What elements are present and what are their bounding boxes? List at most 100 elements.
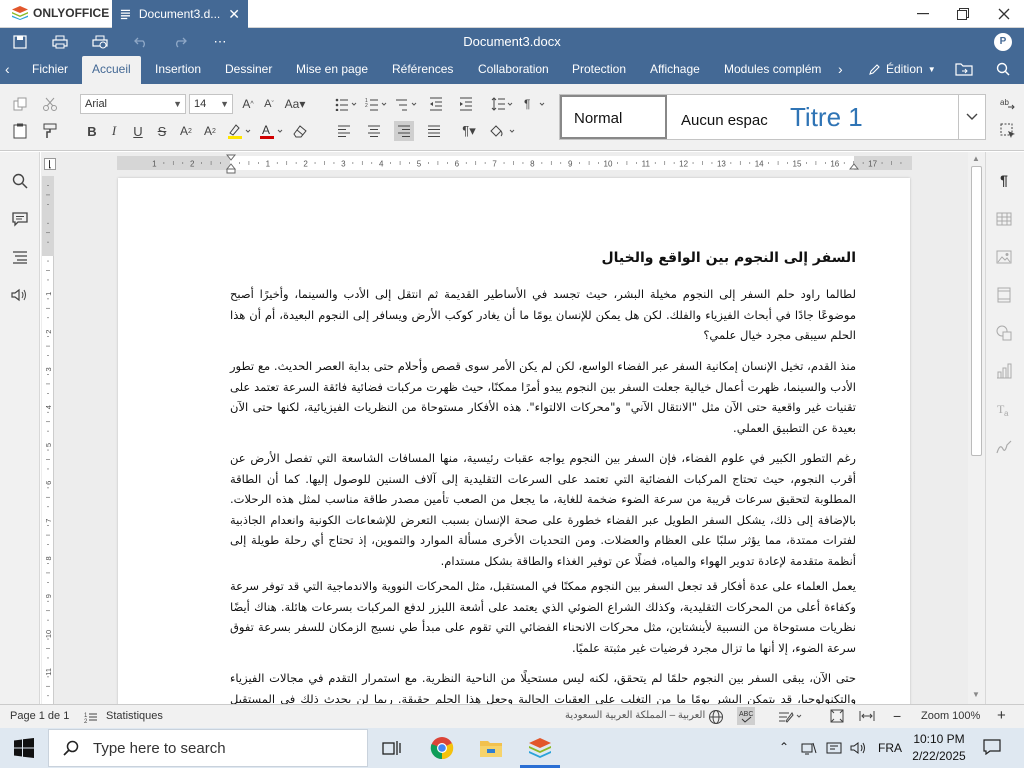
vertical-scrollbar[interactable]: ▲ ▼ (968, 152, 985, 704)
increase-indent-icon[interactable] (456, 94, 476, 114)
numbering-icon[interactable]: 12 (364, 94, 390, 114)
tab-stop-selector[interactable]: ⌊ (44, 158, 56, 170)
tab-plugins[interactable]: Modules complém (724, 56, 834, 84)
language-globe-icon[interactable] (708, 709, 724, 725)
page-indicator[interactable]: Page 1 de 1 (10, 710, 69, 722)
underline-icon[interactable]: U (128, 121, 148, 141)
vertical-ruler[interactable]: 123456789101112 (42, 176, 54, 704)
onlyoffice-taskbar-icon[interactable] (526, 734, 554, 762)
replace-icon[interactable]: ab (998, 94, 1018, 114)
document-paragraph[interactable]: لطالما راود حلم السفر إلى النجوم مخيلة ا… (230, 284, 856, 346)
notifications-icon[interactable] (983, 739, 1001, 755)
select-all-icon[interactable] (998, 121, 1018, 141)
font-color-icon[interactable]: A (258, 121, 286, 141)
taskbar-search[interactable]: Type here to search (48, 729, 368, 767)
open-file-location-icon[interactable] (955, 62, 973, 76)
scroll-tabs-left-icon[interactable]: ‹ (5, 56, 10, 84)
onlyoffice-logo[interactable]: ONLYOFFICE (12, 6, 109, 20)
tab-insert[interactable]: Insertion (155, 56, 201, 84)
decrease-font-icon[interactable]: Aˇ (259, 94, 279, 114)
scroll-down-icon[interactable]: ▼ (972, 690, 980, 699)
cut-icon[interactable] (40, 94, 60, 114)
windows-start-icon[interactable] (14, 738, 34, 758)
statistics-label[interactable]: Statistiques (106, 710, 163, 722)
tab-view[interactable]: Affichage (650, 56, 700, 84)
paragraph-settings-icon[interactable]: ¶ (993, 169, 1015, 191)
chart-settings-icon[interactable] (993, 360, 1015, 382)
text-art-icon[interactable]: Ta (993, 398, 1015, 420)
paragraph-direction-icon[interactable]: ¶ (522, 94, 548, 114)
tab-collaboration[interactable]: Collaboration (478, 56, 549, 84)
document-heading[interactable]: السفر إلى النجوم بين الواقع والخيال (230, 248, 856, 269)
comments-icon[interactable] (9, 208, 31, 230)
close-window-button[interactable] (989, 4, 1019, 24)
minimize-button[interactable] (908, 4, 938, 24)
spellcheck-icon[interactable]: ABC (737, 707, 755, 725)
maximize-button[interactable] (948, 4, 978, 24)
search-icon[interactable] (996, 62, 1010, 76)
style-empty-slot[interactable] (887, 95, 957, 139)
horizontal-ruler[interactable]: 1 2 1 2 3 4 5 6 7 8 9 10 11 12 13 14 15 16 17 (117, 156, 912, 170)
font-size-select[interactable]: 14 ▼ (189, 94, 233, 114)
zoom-in-icon[interactable]: + (997, 707, 1006, 724)
close-tab-icon[interactable]: ✕ (228, 6, 240, 23)
pen-workspace-icon[interactable] (826, 741, 842, 755)
task-view-icon[interactable] (378, 734, 406, 762)
align-left-icon[interactable] (334, 121, 354, 141)
scroll-up-icon[interactable]: ▲ (972, 154, 980, 163)
bold-icon[interactable]: B (82, 121, 102, 141)
document-paragraph[interactable]: منذ القدم، تخيل الإنسان إمكانية السفر عب… (230, 356, 856, 438)
table-settings-icon[interactable] (993, 208, 1015, 230)
decrease-indent-icon[interactable] (426, 94, 446, 114)
clear-style-icon[interactable] (290, 121, 310, 141)
fit-page-icon[interactable] (830, 709, 844, 723)
align-right-icon[interactable] (394, 121, 414, 141)
document-tab[interactable]: Document3.d... ✕ (112, 0, 248, 28)
superscript-icon[interactable]: A2 (176, 121, 196, 141)
document-page[interactable]: السفر إلى النجوم بين الواقع والخيال لطال… (118, 178, 910, 738)
zoom-level[interactable]: Zoom 100% (921, 710, 980, 722)
highlight-color-icon[interactable] (226, 121, 254, 141)
italic-icon[interactable]: I (104, 121, 124, 141)
increase-font-icon[interactable]: A ^ (238, 94, 258, 114)
user-avatar[interactable]: P (994, 33, 1012, 51)
image-settings-icon[interactable] (993, 246, 1015, 268)
file-explorer-icon[interactable] (477, 734, 505, 762)
volume-icon[interactable] (850, 741, 868, 755)
shape-settings-icon[interactable] (993, 322, 1015, 344)
justify-icon[interactable] (424, 121, 444, 141)
format-painter-icon[interactable] (40, 121, 60, 141)
fit-width-icon[interactable] (859, 710, 875, 722)
align-center-icon[interactable] (364, 121, 384, 141)
strikethrough-icon[interactable]: S (152, 121, 172, 141)
nonprinting-chars-icon[interactable]: ¶▾ (456, 121, 482, 141)
line-spacing-icon[interactable] (490, 94, 516, 114)
show-hidden-icons-icon[interactable]: ⌃ (779, 740, 789, 754)
tab-draw[interactable]: Dessiner (225, 56, 272, 84)
first-line-indent-marker[interactable] (226, 154, 236, 174)
tab-references[interactable]: Références (392, 56, 453, 84)
zoom-out-icon[interactable]: − (893, 708, 901, 724)
navigation-icon[interactable] (9, 246, 31, 268)
system-clock[interactable]: 10:10 PM 2/22/2025 (904, 731, 974, 765)
right-indent-marker[interactable] (849, 160, 859, 170)
tab-protection[interactable]: Protection (572, 56, 626, 84)
style-no-spacing[interactable]: Aucun espac (669, 95, 776, 139)
copy-icon[interactable] (10, 94, 30, 114)
shading-icon[interactable] (488, 121, 518, 141)
multilevel-list-icon[interactable] (394, 94, 420, 114)
styles-expand-button[interactable] (958, 95, 985, 139)
tab-file[interactable]: Fichier (32, 56, 68, 84)
font-name-select[interactable]: Arial ▼ (80, 94, 186, 114)
network-icon[interactable] (801, 741, 817, 755)
language-label[interactable]: العربية – المملكة العربية السعودية (565, 710, 705, 721)
track-changes-icon[interactable] (778, 709, 804, 723)
subscript-icon[interactable]: A2 (200, 121, 220, 141)
edit-mode-dropdown[interactable]: Édition ▼ (868, 62, 936, 76)
word-count-icon[interactable]: 12 (84, 711, 98, 723)
input-language[interactable]: FRA (878, 741, 902, 755)
tab-layout[interactable]: Mise en page (296, 56, 368, 84)
change-case-icon[interactable]: Aa▾ (282, 94, 308, 114)
document-paragraph[interactable]: يعمل العلماء على عدة أفكار قد تجعل السفر… (230, 576, 856, 658)
document-paragraph[interactable]: رغم التطور الكبير في علوم الفضاء، فإن ال… (230, 448, 856, 571)
